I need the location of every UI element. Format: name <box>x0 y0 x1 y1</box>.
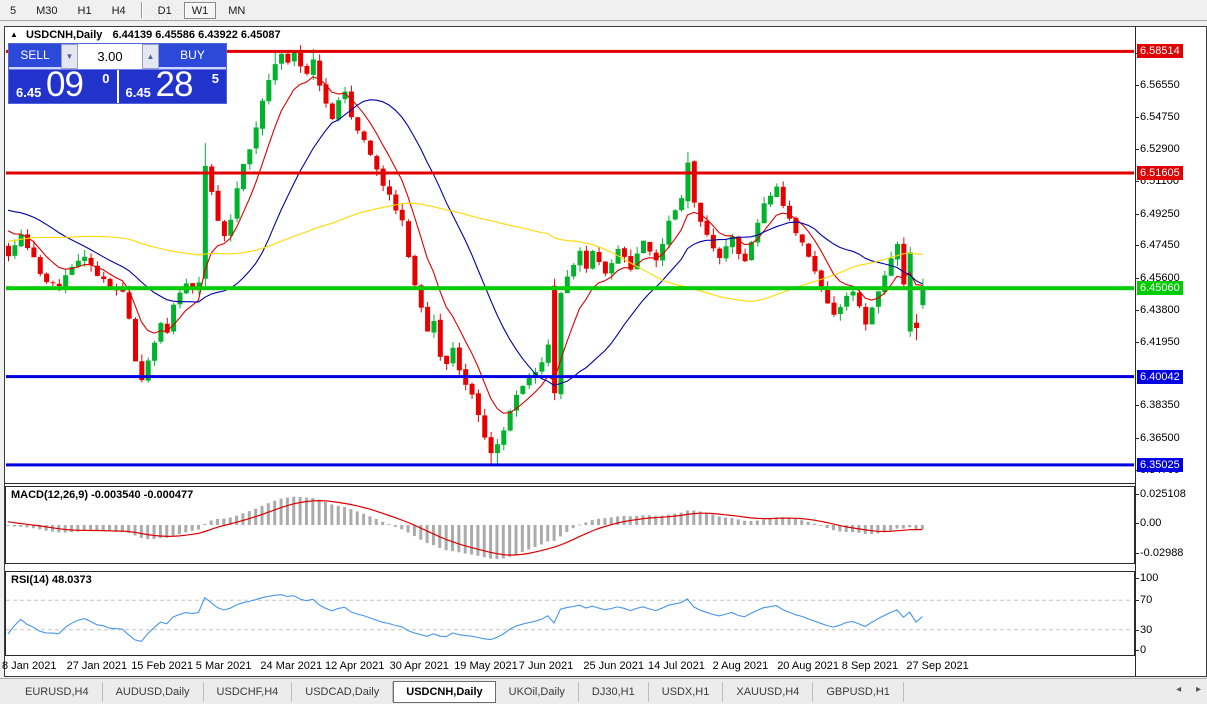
price-axis-line <box>1135 26 1136 677</box>
symbol-tab-usdcnh[interactable]: USDCNH,Daily <box>393 681 495 703</box>
sell-price-digits: 09 <box>46 65 83 105</box>
spin-up-icon: ▲ <box>147 52 155 61</box>
symbol-tab-eurusd[interactable]: EURUSD,H4 <box>12 682 103 702</box>
timeframe-button-mn[interactable]: MN <box>220 2 253 19</box>
date-axis-label: 5 Mar 2021 <box>196 660 252 672</box>
date-axis-label: 15 Feb 2021 <box>131 660 193 672</box>
spin-down-icon: ▼ <box>66 52 74 61</box>
price-tick: 6.49250 <box>1140 208 1180 220</box>
buy-price-display[interactable]: 6.45 28 5 <box>119 70 227 103</box>
buy-price-digits: 28 <box>156 65 193 105</box>
date-axis-label: 27 Jan 2021 <box>67 660 128 672</box>
date-axis-label: 20 Aug 2021 <box>777 660 839 672</box>
tab-scroll-right-icon[interactable]: ▸ <box>1196 684 1201 695</box>
rsi-pane[interactable]: RSI(14) 48.0373 <box>5 571 1135 656</box>
symbol-tab-dj30[interactable]: DJ30,H1 <box>579 682 649 702</box>
symbol-tab-usdcad[interactable]: USDCAD,Daily <box>292 682 393 702</box>
symbol-tab-usdx[interactable]: USDX,H1 <box>649 682 724 702</box>
one-click-trade-panel: SELL ▼ ▲ BUY 6.45 09 0 6.45 28 5 <box>8 43 227 104</box>
macd-axis-zero: 0.00 <box>1140 517 1161 529</box>
date-axis-label: 12 Apr 2021 <box>325 660 384 672</box>
price-tick: 6.54750 <box>1140 111 1180 123</box>
date-axis-label: 7 Jun 2021 <box>519 660 573 672</box>
toolbar-separator <box>141 2 143 18</box>
date-axis-label: 27 Sep 2021 <box>906 660 968 672</box>
symbol-tab-usdchf[interactable]: USDCHF,H4 <box>204 682 293 702</box>
date-axis-label: 2 Aug 2021 <box>713 660 769 672</box>
mt4-terminal: 5M30H1H4D1W1MN ▲ USDCNH,Daily 6.44139 6.… <box>0 0 1207 704</box>
buy-price-pip: 5 <box>212 71 219 86</box>
timeframe-button-h1[interactable]: H1 <box>70 2 100 19</box>
price-line-chip: 6.45060 <box>1137 281 1183 295</box>
volume-input[interactable] <box>78 44 142 69</box>
timeframe-button-5[interactable]: 5 <box>2 2 24 19</box>
price-chart-canvas[interactable] <box>6 42 1134 483</box>
date-axis-label: 24 Mar 2021 <box>260 660 322 672</box>
timeframe-button-h4[interactable]: H4 <box>104 2 134 19</box>
date-axis-label: 8 Sep 2021 <box>842 660 898 672</box>
macd-label: MACD(12,26,9) -0.003540 -0.000477 <box>11 489 193 501</box>
price-line-chip: 6.35025 <box>1137 458 1183 472</box>
price-tick: 6.56550 <box>1140 79 1180 91</box>
date-axis-label: 19 May 2021 <box>454 660 518 672</box>
sell-price-display[interactable]: 6.45 09 0 <box>9 70 119 103</box>
price-tick: 6.41950 <box>1140 336 1180 348</box>
macd-axis-min: -0.02988 <box>1140 547 1183 559</box>
rsi-axis-100: 100 <box>1140 572 1158 584</box>
timeframe-button-m30[interactable]: M30 <box>28 2 65 19</box>
timeframe-toolbar: 5M30 H1H4 D1W1MN <box>0 0 1207 21</box>
tab-scroll-arrows: ◂ ▸ <box>1164 684 1201 695</box>
symbol-tab-bar: EURUSD,H4AUDUSD,DailyUSDCHF,H4USDCAD,Dai… <box>0 678 1207 704</box>
rsi-axis-0: 0 <box>1140 644 1146 656</box>
price-tick: 6.52900 <box>1140 143 1180 155</box>
date-axis-label: 30 Apr 2021 <box>390 660 449 672</box>
timeframe-button-w1[interactable]: W1 <box>184 2 217 19</box>
symbol-tab-ukoil[interactable]: UKOil,Daily <box>496 682 579 702</box>
macd-pane[interactable]: MACD(12,26,9) -0.003540 -0.000477 <box>5 486 1135 564</box>
symbol-tab-audusd[interactable]: AUDUSD,Daily <box>103 682 204 702</box>
price-line-chip: 6.51605 <box>1137 166 1183 180</box>
date-axis-label: 14 Jul 2021 <box>648 660 705 672</box>
sell-price-pip: 0 <box>102 71 109 86</box>
chart-title-bar: ▲ USDCNH,Daily 6.44139 6.45586 6.43922 6… <box>10 29 281 41</box>
tab-scroll-left-icon[interactable]: ◂ <box>1176 684 1181 695</box>
date-axis-label: 25 Jun 2021 <box>583 660 644 672</box>
sell-price-prefix: 6.45 <box>16 85 41 100</box>
rsi-label: RSI(14) 48.0373 <box>11 574 92 586</box>
rsi-axis-70: 70 <box>1140 594 1152 606</box>
date-axis-label: 8 Jan 2021 <box>2 660 56 672</box>
rsi-axis-30: 30 <box>1140 624 1152 636</box>
buy-price-prefix: 6.45 <box>126 85 151 100</box>
price-line-chip: 6.58514 <box>1137 44 1183 58</box>
timeframe-button-d1[interactable]: D1 <box>150 2 180 19</box>
chart-symbol-label: USDCNH,Daily <box>26 29 102 41</box>
symbol-tab-gbpusd[interactable]: GBPUSD,H1 <box>813 682 904 702</box>
price-tick: 6.38350 <box>1140 399 1180 411</box>
chart-ohlc-values: 6.44139 6.45586 6.43922 6.45087 <box>112 29 280 41</box>
price-line-chip: 6.40042 <box>1137 370 1183 384</box>
price-tick: 6.36500 <box>1140 432 1180 444</box>
symbol-tab-xauusd[interactable]: XAUUSD,H4 <box>723 682 813 702</box>
macd-axis-max: 0.025108 <box>1140 488 1186 500</box>
price-tick: 6.47450 <box>1140 239 1180 251</box>
pane-separator[interactable] <box>5 483 1135 484</box>
collapse-panel-icon[interactable]: ▲ <box>10 30 18 39</box>
price-tick: 6.43800 <box>1140 304 1180 316</box>
